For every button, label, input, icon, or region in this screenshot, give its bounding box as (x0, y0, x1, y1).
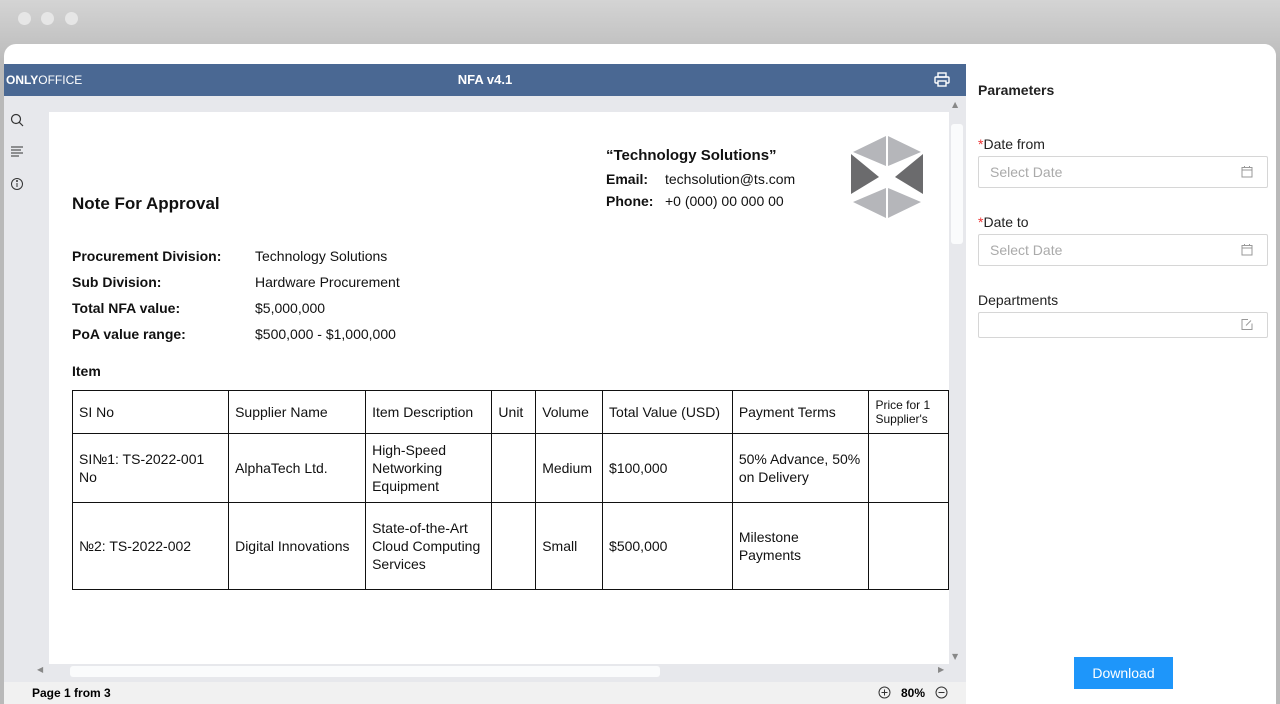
phone-value: +0 (000) 00 000 00 (665, 193, 784, 209)
items-table: SI No Supplier Name Item Description Uni… (71, 390, 949, 590)
page-indicator: Page 1 from 3 (32, 686, 111, 700)
document-heading: Note For Approval (72, 194, 220, 213)
departments-input[interactable] (978, 312, 1268, 338)
column-header: Supplier Name (228, 390, 367, 434)
column-header: Payment Terms (731, 390, 870, 434)
table-cell: AlphaTech Ltd. (228, 433, 367, 503)
calendar-icon[interactable] (1241, 243, 1253, 256)
minimize-window-button[interactable] (41, 12, 54, 25)
table-cell: SI№1: TS-2022-001 No (71, 433, 230, 503)
table-cell: $100,000 (602, 433, 733, 503)
scroll-down-arrow-icon[interactable]: ▼ (952, 652, 958, 661)
table-cell: Small (535, 502, 604, 590)
field-label: Sub Division: (72, 274, 162, 290)
table-cell: $500,000 (602, 502, 733, 590)
column-header: Volume (535, 390, 604, 434)
table-cell: №2: TS-2022-002 (71, 502, 230, 590)
zoom-in-icon[interactable] (878, 686, 891, 699)
table-cell: Milestone Payments (731, 502, 870, 590)
table-cell: 50% Advance, 50% on Delivery (731, 433, 870, 503)
select-icon[interactable] (1241, 318, 1253, 331)
column-header: Unit (491, 390, 537, 434)
info-icon[interactable] (9, 176, 25, 192)
search-icon[interactable] (9, 112, 25, 128)
field-label: PoA value range: (72, 326, 186, 342)
date-from-input[interactable]: Select Date (978, 156, 1268, 188)
horizontal-scroll-thumb[interactable] (70, 666, 660, 677)
item-section-label: Item (72, 363, 101, 379)
table-cell: Medium (535, 433, 604, 503)
viewer-toolbar: ONLYOFFICE NFA v4.1 (4, 64, 966, 96)
scroll-right-arrow-icon[interactable]: ▶ (938, 665, 944, 674)
download-button[interactable]: Download (1074, 657, 1173, 689)
maximize-window-button[interactable] (65, 12, 78, 25)
table-header-row: SI No Supplier Name Item Description Uni… (71, 390, 949, 434)
departments-label: Departments (978, 292, 1059, 308)
document-page: “Technology Solutions” Email: techsoluti… (49, 112, 949, 664)
document-title: NFA v4.1 (457, 72, 513, 87)
close-window-button[interactable] (18, 12, 31, 25)
column-header: SI No (71, 390, 230, 434)
parameters-title: Parameters (978, 82, 1055, 98)
zoom-level: 80% (901, 686, 926, 700)
company-name: “Technology Solutions” (606, 147, 777, 164)
column-header: Item Description (365, 390, 493, 434)
table-cell: State-of-the-Art Cloud Computing Service… (365, 502, 493, 590)
app-window: ONLYOFFICE NFA v4.1 “Technology Solution… (4, 44, 1276, 704)
horizontal-scrollbar[interactable]: ◀ ▶ (34, 664, 948, 678)
parameters-panel: Parameters *Date from Select Date *Date … (966, 44, 1276, 704)
vertical-scroll-thumb[interactable] (951, 124, 963, 244)
print-icon[interactable] (934, 72, 950, 87)
field-value: $5,000,000 (255, 300, 326, 316)
column-header: Price for 1 Supplier's (868, 390, 949, 434)
field-value: $500,000 - $1,000,000 (255, 326, 396, 342)
email-label: Email: (606, 171, 649, 187)
date-to-input[interactable]: Select Date (978, 234, 1268, 266)
column-header: Total Value (USD) (602, 390, 733, 434)
table-cell (491, 433, 537, 503)
calendar-icon[interactable] (1241, 165, 1253, 178)
zoom-out-icon[interactable] (935, 686, 948, 699)
table-cell (491, 502, 537, 590)
field-value: Hardware Procurement (255, 274, 400, 290)
scroll-left-arrow-icon[interactable]: ◀ (37, 665, 43, 674)
field-label: Total NFA value: (72, 300, 181, 316)
document-viewer: ONLYOFFICE NFA v4.1 “Technology Solution… (4, 64, 966, 704)
date-from-label: *Date from (978, 136, 1045, 152)
table-cell (868, 502, 949, 590)
table-cell (868, 433, 949, 503)
outline-icon[interactable] (9, 144, 25, 160)
phone-label: Phone: (606, 193, 654, 209)
table-cell: Digital Innovations (228, 502, 367, 590)
scroll-up-arrow-icon[interactable]: ▲ (952, 100, 958, 109)
viewer-sidebar (4, 96, 30, 672)
company-logo (851, 136, 923, 218)
table-row: №2: TS-2022-002 Digital Innovations Stat… (71, 502, 949, 590)
field-label: Procurement Division: (72, 248, 222, 264)
table-row: SI№1: TS-2022-001 No AlphaTech Ltd. High… (71, 433, 949, 503)
table-cell: High-Speed Networking Equipment (365, 433, 493, 503)
status-bar: Page 1 from 3 80% (4, 682, 966, 704)
field-value: Technology Solutions (255, 248, 388, 264)
vertical-scrollbar[interactable]: ▲ ▼ (950, 98, 964, 664)
email-value: techsolution@ts.com (665, 171, 796, 187)
date-to-label: *Date to (978, 214, 1029, 230)
